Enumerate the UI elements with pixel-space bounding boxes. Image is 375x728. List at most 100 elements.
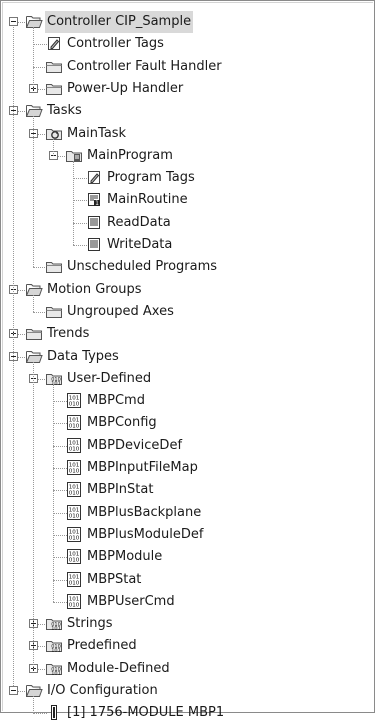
tree-item-controller[interactable]: Controller CIP_Sample bbox=[1, 11, 374, 33]
tree-item-label: MBPModule bbox=[87, 549, 163, 565]
datatype-folder-icon: 010 101 bbox=[45, 370, 63, 387]
tree-item-program-tags[interactable]: Program Tags bbox=[1, 167, 374, 189]
folder-open-icon bbox=[25, 682, 43, 698]
controller-organizer-panel: Controller CIP_Sample Controller Tags Cont… bbox=[0, 0, 375, 721]
tree-item-label: Controller Tags bbox=[67, 36, 164, 52]
tree-item-label: I/O Configuration bbox=[47, 683, 158, 698]
tree-item-io-configuration[interactable]: I/O Configuration bbox=[1, 680, 374, 702]
tree-item-label: MainRoutine bbox=[107, 192, 188, 208]
routine-icon bbox=[85, 236, 103, 252]
tree-item-label: Ungrouped Axes bbox=[67, 303, 174, 319]
tree-item-label: MBPlusBackplane bbox=[87, 504, 202, 520]
tags-icon bbox=[45, 35, 63, 51]
tree-item-label: WriteData bbox=[107, 237, 173, 252]
tree-item-label: User-Defined bbox=[67, 370, 152, 386]
svg-text:101: 101 bbox=[51, 648, 61, 653]
svg-text:010: 010 bbox=[69, 402, 80, 408]
folder-open-icon bbox=[25, 281, 43, 297]
tree-item-label: Program Tags bbox=[107, 170, 195, 186]
tree-item-module-1756[interactable]: [1] 1756-MODULE MBP1 bbox=[1, 702, 374, 724]
main-routine-icon: 1 bbox=[85, 191, 103, 207]
tree-item-tasks[interactable]: Tasks bbox=[1, 100, 374, 122]
tree-item-main-task[interactable]: MainTask bbox=[1, 123, 374, 145]
tree-item-mbpcmd[interactable]: 101 010 MBPCmd bbox=[1, 390, 374, 412]
tree-branch-line bbox=[33, 116, 34, 268]
collapse-icon[interactable] bbox=[9, 686, 18, 695]
tree-item-mbpdevicedef[interactable]: 101 010 MBPDeviceDef bbox=[1, 435, 374, 457]
svg-text:010: 010 bbox=[69, 558, 80, 564]
program-icon bbox=[65, 147, 83, 163]
tree-item-label: Tasks bbox=[47, 103, 82, 119]
folder-open-icon bbox=[25, 348, 43, 364]
tree-item-power-up-handler[interactable]: Power-Up Handler bbox=[1, 78, 374, 100]
folder-icon bbox=[25, 325, 43, 341]
tree-item-mbpconfig[interactable]: 101 010 MBPConfig bbox=[1, 412, 374, 434]
module-icon bbox=[45, 704, 63, 721]
collapse-icon[interactable] bbox=[9, 17, 18, 26]
tree-item-main-routine[interactable]: 1 MainRoutine bbox=[1, 189, 374, 211]
tree-item-mbplusmoduledef[interactable]: 101 010 MBPlusModuleDef bbox=[1, 524, 374, 546]
datatype-icon: 101 010 bbox=[65, 392, 83, 409]
tree-item-read-data[interactable]: ReadData bbox=[1, 212, 374, 234]
tree-item-label: Strings bbox=[67, 616, 113, 632]
tree-item-motion-groups[interactable]: Motion Groups bbox=[1, 279, 374, 301]
tree-branch-line bbox=[53, 138, 54, 156]
tree-item-predefined[interactable]: 010 101 Predefined bbox=[1, 635, 374, 657]
tree-item-label: [1] 1756-MODULE MBP1 bbox=[67, 705, 225, 721]
tree-item-unscheduled-programs[interactable]: Unscheduled Programs bbox=[1, 256, 374, 278]
tree-item-write-data[interactable]: WriteData bbox=[1, 234, 374, 256]
datatype-icon: 101 010 bbox=[65, 571, 83, 587]
tree-branch-line bbox=[33, 696, 34, 714]
svg-text:010: 010 bbox=[69, 580, 80, 586]
tree-item-module-defined[interactable]: 010 101 Module-Defined bbox=[1, 658, 374, 680]
tree-item-ungrouped-axes[interactable]: Ungrouped Axes bbox=[1, 301, 374, 323]
tree-item-label: Data Types bbox=[47, 348, 119, 364]
datatype-icon: 101 010 bbox=[65, 437, 83, 453]
tree-item-mbpusercmd[interactable]: 101 010 MBPUserCmd bbox=[1, 591, 374, 613]
svg-text:010: 010 bbox=[69, 491, 80, 497]
tree-item-controller-fault-handler[interactable]: Controller Fault Handler bbox=[1, 56, 374, 78]
tree-item-label: Predefined bbox=[67, 638, 137, 654]
tree-item-mbpstat[interactable]: 101 010 MBPStat bbox=[1, 569, 374, 591]
svg-text:010: 010 bbox=[69, 535, 80, 541]
tree-item-label: MBPInputFileMap bbox=[87, 460, 198, 475]
tree-item-label: Motion Groups bbox=[47, 281, 142, 297]
tree-branch-line bbox=[53, 383, 54, 602]
tree-item-label: Unscheduled Programs bbox=[67, 259, 218, 275]
datatype-icon: 101 010 bbox=[65, 414, 83, 431]
tree-item-label: MBPlusModuleDef bbox=[87, 526, 204, 542]
tree-branch-line bbox=[33, 361, 34, 669]
tree-item-label: MBPCmd bbox=[87, 393, 145, 409]
svg-text:010: 010 bbox=[69, 446, 80, 452]
tree-item-mbpinstat[interactable]: 101 010 MBPInStat bbox=[1, 479, 374, 501]
svg-text:010: 010 bbox=[69, 424, 80, 430]
tags-icon bbox=[85, 169, 103, 185]
tree-item-label: MBPStat bbox=[87, 571, 142, 587]
tree-item-trends[interactable]: Trends bbox=[1, 323, 374, 345]
datatype-icon: 101 010 bbox=[65, 526, 83, 542]
svg-text:101: 101 bbox=[51, 626, 61, 631]
tree-item-strings[interactable]: 010 101 Strings bbox=[1, 613, 374, 635]
tree-branch-line bbox=[33, 27, 34, 89]
tree-item-data-types[interactable]: Data Types bbox=[1, 346, 374, 368]
datatype-icon: 101 010 bbox=[65, 481, 83, 498]
tree-item-label: MBPInStat bbox=[87, 482, 154, 498]
tree-item-mbpmodule[interactable]: 101 010 MBPModule bbox=[1, 546, 374, 568]
tree-item-mbplusbackplane[interactable]: 101 010 MBPlusBackplane bbox=[1, 502, 374, 524]
tree-item-user-defined[interactable]: 010 101 User-Defined bbox=[1, 368, 374, 390]
svg-text:010: 010 bbox=[69, 602, 80, 608]
tree-item-label: Controller Fault Handler bbox=[67, 58, 222, 74]
svg-text:010: 010 bbox=[69, 469, 80, 475]
datatype-icon: 101 010 bbox=[65, 504, 83, 520]
tree-item-label: MBPDeviceDef bbox=[87, 437, 183, 453]
tree-item-controller-tags[interactable]: Controller Tags bbox=[1, 33, 374, 55]
tree-item-label: ReadData bbox=[107, 214, 171, 230]
folder-icon bbox=[45, 58, 63, 74]
tree-item-label: MBPUserCmd bbox=[87, 593, 175, 609]
datatype-folder-icon: 010 101 bbox=[45, 637, 63, 654]
tree-root-line bbox=[13, 27, 14, 686]
routine-icon bbox=[85, 214, 103, 230]
tree-item-label: MBPConfig bbox=[87, 415, 157, 431]
tree-item-mbpinputfilemap[interactable]: 101 010 MBPInputFileMap bbox=[1, 457, 374, 479]
tree-item-main-program[interactable]: MainProgram bbox=[1, 145, 374, 167]
